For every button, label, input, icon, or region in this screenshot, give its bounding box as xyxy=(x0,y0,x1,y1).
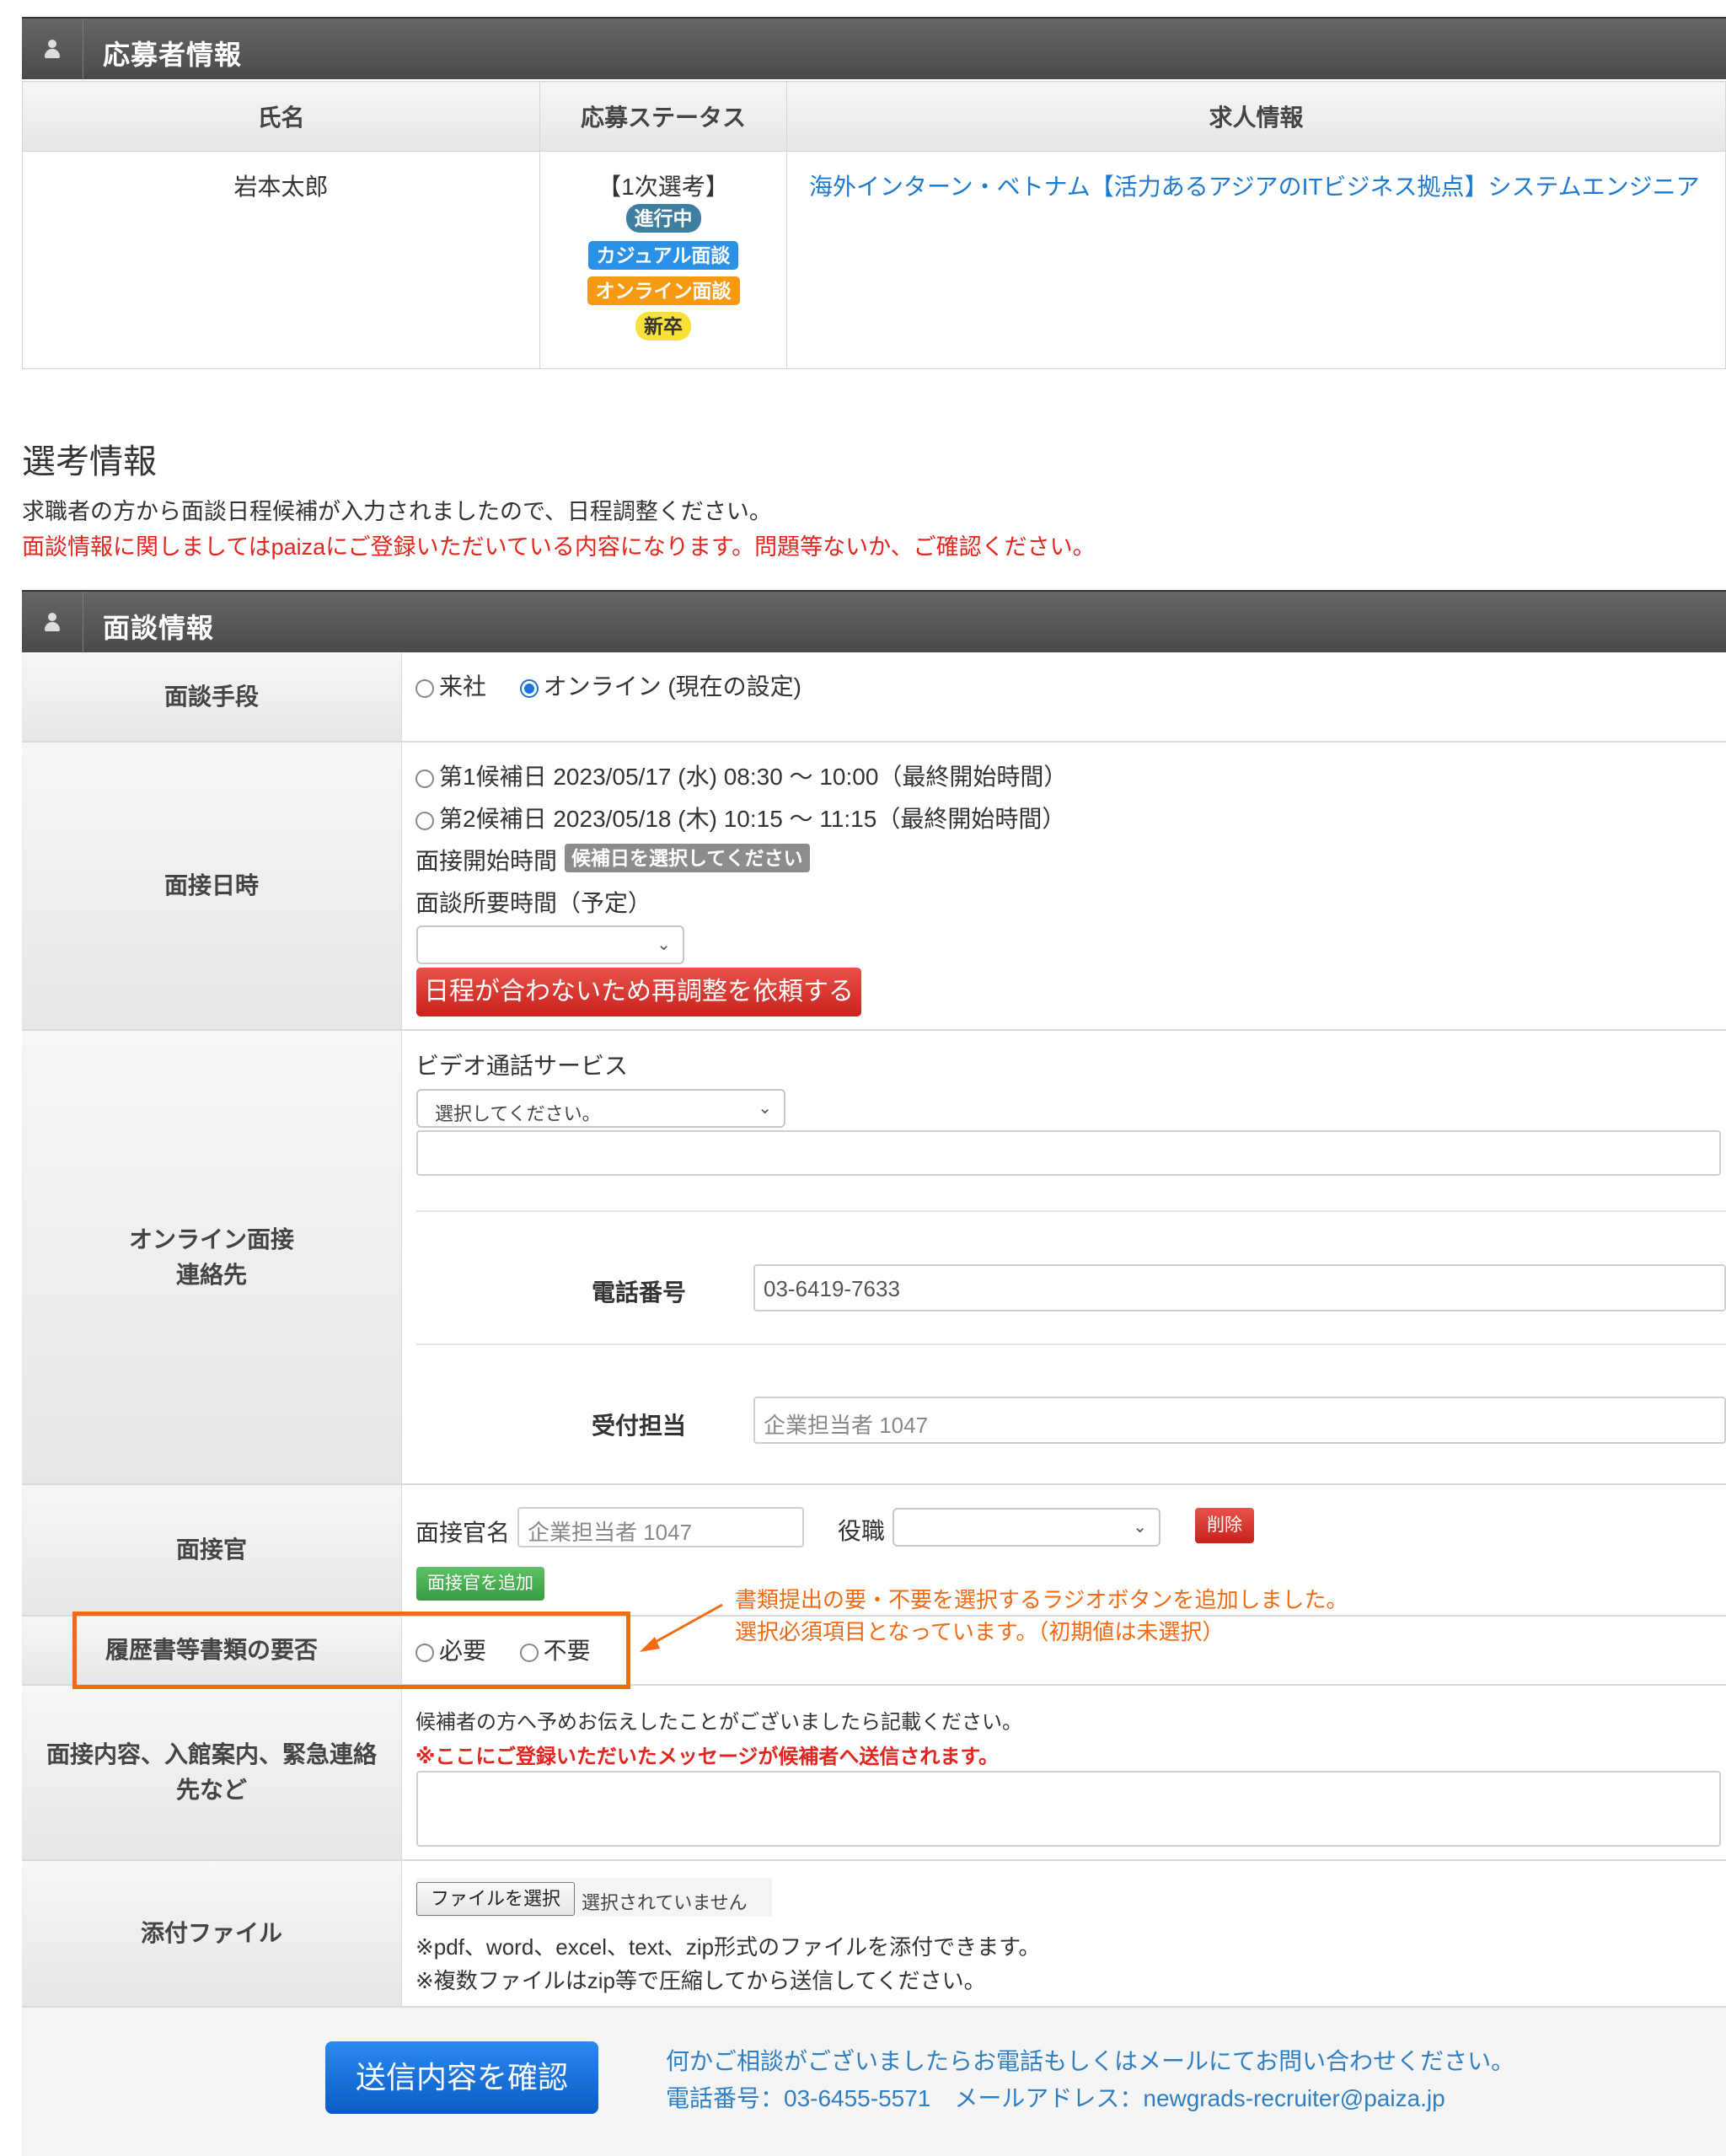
method-visit-radio[interactable] xyxy=(415,679,434,698)
selection-notice: 面談情報に関しましてはpaizaにご登録いただいている内容になります。問題等ない… xyxy=(22,534,1096,560)
candidate-2-option[interactable]: 第2候補日 2023/05/18 (木) 10:15 〜 11:15（最終開始時… xyxy=(415,801,1065,834)
interviewer-name-input[interactable]: 企業担当者 1047 xyxy=(517,1507,804,1547)
reception-label: 受付担当 xyxy=(592,1413,687,1439)
reception-input[interactable]: 企業担当者 1047 xyxy=(753,1397,1726,1444)
status-cell: 【1次選考】 進行中 カジュアル面談 オンライン面談 新卒 xyxy=(539,151,787,369)
job-link[interactable]: 海外インターン・ベトナム【活力あるアジアのITビジネス拠点】システムエンジニア xyxy=(809,174,1700,200)
person-icon xyxy=(41,38,63,60)
candidate-2-radio[interactable] xyxy=(415,812,434,830)
chevron-down-icon: ⌄ xyxy=(758,1099,772,1118)
applicant-section-header: 応募者情報 xyxy=(22,17,1726,79)
video-service-detail-input[interactable] xyxy=(416,1130,1721,1176)
candidate-1-radio[interactable] xyxy=(415,770,434,788)
start-time-chip: 候補日を選択してください xyxy=(565,844,810,872)
message-warning: ※ここにご登録いただいたメッセージが候補者へ送信されます。 xyxy=(415,1746,999,1768)
no-file-text: 選択されていません xyxy=(582,1892,748,1913)
interviewer-name-label: 面接官名 xyxy=(415,1520,511,1546)
video-service-select[interactable]: 選択してください。 ⌄ xyxy=(416,1089,785,1128)
add-interviewer-button[interactable]: 面接官を追加 xyxy=(416,1567,544,1601)
attachment-note-1: ※pdf、word、excel、text、zip形式のファイルを添付できます。 xyxy=(415,1934,1041,1960)
selection-intro: 求職者の方から面談日程候補が入力されましたので、日程調整ください。 xyxy=(22,499,772,524)
datetime-label: 面接日時 xyxy=(22,743,401,1029)
col-status-header: 応募ステータス xyxy=(539,81,787,152)
stage-label: 【1次選考】 xyxy=(598,174,729,200)
phone-input[interactable]: 03-6419-7633 xyxy=(753,1264,1726,1311)
reschedule-button[interactable]: 日程が合わないため再調整を依頼する xyxy=(416,968,861,1016)
message-textarea[interactable] xyxy=(416,1771,1721,1847)
progress-badge: 進行中 xyxy=(625,204,701,233)
online-badge: オンライン面談 xyxy=(587,276,740,305)
method-options: 来社 オンライン (現在の設定) xyxy=(415,668,801,702)
annotation-arrow xyxy=(640,1603,723,1652)
interview-section-header: 面談情報 xyxy=(22,590,1726,652)
applicant-section-title: 応募者情報 xyxy=(103,40,243,70)
candidate-1-option[interactable]: 第1候補日 2023/05/17 (水) 08:30 〜 10:00（最終開始時… xyxy=(415,759,1067,792)
job-cell: 海外インターン・ベトナム【活力あるアジアのITビジネス拠点】システムエンジニア xyxy=(786,151,1726,369)
annotation-line-1: 書類提出の要・不要を選択するラジオボタンを追加しました。 xyxy=(735,1587,1348,1612)
chevron-down-icon: ⌄ xyxy=(1133,1518,1147,1537)
method-online-radio[interactable] xyxy=(519,679,539,698)
confirm-button[interactable]: 送信内容を確認 xyxy=(325,2041,598,2114)
selection-heading: 選考情報 xyxy=(22,443,157,480)
delete-interviewer-button[interactable]: 削除 xyxy=(1195,1508,1254,1543)
attachment-label: 添付ファイル xyxy=(22,1861,401,2006)
video-service-label: ビデオ通話サービス xyxy=(415,1053,629,1079)
duration-select[interactable]: ⌄ xyxy=(416,925,684,964)
annotation-line-2: 選択必須項目となっています。（初期値は未選択） xyxy=(735,1619,1225,1644)
duration-label: 面談所要時間（予定） xyxy=(415,890,652,916)
highlight-box xyxy=(72,1612,630,1689)
casual-badge: カジュアル面談 xyxy=(587,241,739,270)
interview-section-title: 面談情報 xyxy=(103,613,215,643)
attachment-note-2: ※複数ファイルはzip等で圧縮してから送信してください。 xyxy=(415,1968,986,1993)
interviewer-label: 面接官 xyxy=(22,1485,401,1615)
contact-line-1: 何かご相談がございましたらお電話もしくはメールにてお問い合わせください。 xyxy=(666,2048,1515,2074)
applicant-table: 氏名 応募ステータス 求人情報 岩本太郎 【1次選考】 進行中 カジュアル面談 … xyxy=(22,81,1726,369)
method-label: 面談手段 xyxy=(22,653,401,741)
new-grad-badge: 新卒 xyxy=(635,312,691,341)
message-hint: 候補者の方へ予めお伝えしたことがございましたら記載ください。 xyxy=(415,1711,1022,1734)
phone-label: 電話番号 xyxy=(592,1279,687,1306)
col-name-header: 氏名 xyxy=(22,81,540,152)
person-icon xyxy=(41,611,63,633)
role-label: 役職 xyxy=(838,1518,886,1544)
role-select[interactable]: ⌄ xyxy=(892,1508,1160,1547)
contact-line-2: 電話番号：03-6455-5571 メールアドレス：newgrads-recru… xyxy=(666,2085,1445,2111)
col-job-header: 求人情報 xyxy=(786,81,1726,152)
start-time-label: 面接開始時間 xyxy=(415,848,558,874)
online-contact-label: オンライン面接 連絡先 xyxy=(22,1031,401,1483)
chevron-down-icon: ⌄ xyxy=(657,936,671,954)
applicant-name: 岩本太郎 xyxy=(22,151,540,369)
choose-file-button[interactable]: ファイルを選択 xyxy=(416,1882,575,1916)
message-label: 面接内容、入館案内、緊急連絡先など xyxy=(22,1686,401,1859)
